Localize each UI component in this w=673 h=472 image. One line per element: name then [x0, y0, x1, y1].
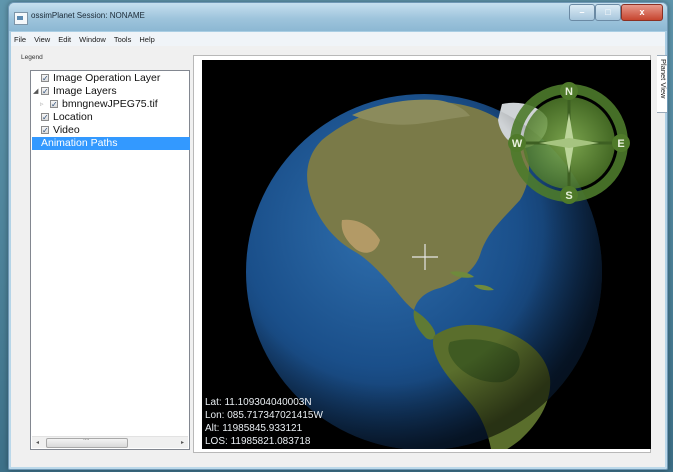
tree-item-label: Video — [53, 124, 80, 136]
altitude-readout: Alt: 11985845.933121 — [205, 423, 303, 434]
legend-label: Legend — [21, 54, 43, 61]
longitude-readout: Lon: 085.717347021415W — [205, 410, 323, 421]
window-title: ossimPlanet Session: NONAME — [31, 11, 145, 20]
tree-item-label: bmngnewJPEG75.tif — [62, 98, 158, 110]
expand-arrow-icon[interactable]: ▹ — [40, 98, 44, 111]
checkbox-icon[interactable] — [41, 85, 49, 98]
scroll-left-icon[interactable]: ◂ — [32, 437, 43, 448]
menu-window[interactable]: Window — [79, 35, 106, 44]
app-window: ossimPlanet Session: NONAME – □ x File V… — [8, 2, 668, 470]
title-bar[interactable]: ossimPlanet Session: NONAME – □ x — [9, 3, 667, 31]
scroll-thumb[interactable] — [46, 438, 128, 448]
menu-view[interactable]: View — [34, 35, 50, 44]
tab-planet-view-label: Planet View — [659, 59, 668, 99]
tree-item-label: Location — [53, 111, 93, 123]
checkbox-icon[interactable] — [41, 124, 49, 137]
compass-west-label: W — [512, 138, 523, 150]
legend-tree[interactable]: Image Operation Layer ◢ Image Layers ▹ b… — [30, 70, 190, 450]
planet-view-panel: N S E W Lat: 11.109304040003N Lon: 085.7… — [193, 55, 651, 453]
tab-planet-view[interactable]: Planet View — [657, 55, 668, 113]
menu-help[interactable]: Help — [139, 35, 154, 44]
maximize-button[interactable]: □ — [595, 4, 621, 21]
checkbox-icon[interactable] — [50, 98, 58, 111]
compass-south-label: S — [565, 190, 572, 202]
collapse-arrow-icon[interactable]: ◢ — [33, 85, 38, 98]
horizontal-scrollbar[interactable]: ◂ ▸ — [32, 436, 188, 448]
menu-file[interactable]: File — [14, 35, 26, 44]
window-controls: – □ x — [569, 4, 663, 21]
los-readout: LOS: 11985821.083718 — [205, 436, 311, 447]
globe-viewport[interactable]: N S E W Lat: 11.109304040003N Lon: 085.7… — [202, 60, 651, 449]
maximize-icon: □ — [605, 7, 611, 17]
minimize-button[interactable]: – — [569, 4, 595, 21]
globe-render: N S E W — [246, 82, 630, 449]
close-icon: x — [639, 7, 645, 17]
compass-north-label: N — [565, 86, 573, 98]
minimize-icon: – — [579, 7, 585, 17]
latitude-readout: Lat: 11.109304040003N — [205, 397, 312, 408]
compass-east-label: E — [617, 138, 624, 150]
coordinate-readout: Lat: 11.109304040003N Lon: 085.717347021… — [205, 396, 323, 448]
tree-item-animation-paths[interactable]: Animation Paths — [32, 137, 190, 150]
app-icon — [14, 12, 28, 25]
menu-bar: File View Edit Window Tools Help — [11, 32, 665, 46]
scroll-right-icon[interactable]: ▸ — [177, 437, 188, 448]
checkbox-icon[interactable] — [41, 72, 49, 85]
client-area: Legend Image Operation Layer ◢ Image Lay… — [11, 46, 668, 467]
menu-edit[interactable]: Edit — [58, 35, 71, 44]
menu-tools[interactable]: Tools — [114, 35, 132, 44]
close-button[interactable]: x — [621, 4, 663, 21]
tree-item-label: Animation Paths — [41, 137, 118, 149]
checkbox-icon[interactable] — [41, 111, 49, 124]
tree-item-label: Image Layers — [53, 85, 117, 97]
tree-item-label: Image Operation Layer — [53, 72, 161, 84]
